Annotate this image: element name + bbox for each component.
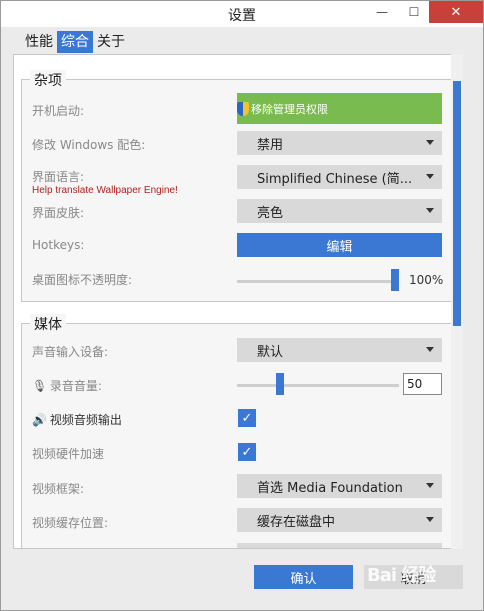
- chevron-down-icon: [426, 347, 434, 352]
- maximize-button[interactable]: ☐: [399, 1, 429, 23]
- shield-icon: [237, 101, 249, 116]
- icon-opacity-label: 桌面图标不透明度:: [32, 273, 133, 287]
- baidu-watermark: Bai 经验: [367, 565, 436, 586]
- ui-skin-select[interactable]: 亮色: [237, 199, 442, 223]
- settings-window: 设置 — ☐ ✕ 性能 综合 关于 杂项 开机启动: 移除管理员权限 修改 Wi…: [0, 0, 484, 611]
- chevron-down-icon: [426, 140, 434, 145]
- windows-color-select[interactable]: 禁用: [237, 131, 442, 155]
- chevron-down-icon: [426, 174, 434, 179]
- chevron-down-icon: [426, 483, 434, 488]
- video-cache-label: 视频缓存位置:: [32, 516, 109, 530]
- record-volume-label-row: 🎙 录音音量:: [32, 377, 102, 394]
- speaker-icon: 🔊: [32, 413, 47, 427]
- tab-general[interactable]: 综合: [57, 31, 93, 53]
- icon-opacity-track[interactable]: [237, 280, 399, 283]
- record-volume-input[interactable]: 50: [403, 373, 442, 395]
- hotkeys-edit-button[interactable]: 编辑: [237, 233, 442, 257]
- ui-language-select[interactable]: Simplified Chinese (简...: [237, 165, 442, 189]
- audio-input-select[interactable]: 默认: [237, 338, 442, 362]
- video-framework-label: 视频框架:: [32, 482, 85, 496]
- ui-skin-label: 界面皮肤:: [32, 206, 85, 220]
- icon-opacity-slider[interactable]: [391, 269, 399, 291]
- startup-label: 开机启动:: [32, 104, 85, 118]
- video-framework-select[interactable]: 首选 Media Foundation: [237, 474, 442, 498]
- video-hw-accel-label: 视频硬件加速: [32, 447, 105, 461]
- tab-bar: 性能 综合 关于: [21, 31, 129, 53]
- ok-button[interactable]: 确认: [254, 565, 353, 589]
- record-volume-track[interactable]: [237, 384, 399, 387]
- ui-skin-value: 亮色: [257, 205, 284, 221]
- video-framework-value: 首选 Media Foundation: [257, 480, 403, 496]
- microphone-icon: 🎙: [32, 379, 48, 393]
- icon-opacity-value: 100%: [409, 273, 444, 287]
- record-volume-label: 录音音量:: [49, 379, 102, 393]
- tab-about[interactable]: 关于: [93, 31, 129, 53]
- tab-performance[interactable]: 性能: [21, 31, 57, 53]
- help-translate-link[interactable]: Help translate Wallpaper Engine!: [32, 185, 178, 196]
- windows-color-label: 修改 Windows 配色:: [32, 138, 146, 152]
- audio-input-label: 声音输入设备:: [32, 345, 109, 359]
- media-group-title: 媒体: [30, 314, 66, 334]
- chevron-down-icon: [426, 517, 434, 522]
- video-audio-output-checkbox[interactable]: ✓: [238, 409, 256, 427]
- video-cache-value: 缓存在磁盘中: [257, 514, 336, 530]
- settings-panel: 杂项 开机启动: 移除管理员权限 修改 Windows 配色: 禁用 界面语言:…: [13, 54, 463, 549]
- record-volume-slider[interactable]: [276, 373, 284, 395]
- windows-color-value: 禁用: [257, 137, 284, 153]
- misc-group-title: 杂项: [30, 70, 66, 90]
- video-audio-output-label: 视频音频输出: [49, 413, 122, 427]
- video-cache-select[interactable]: 缓存在磁盘中: [237, 508, 442, 532]
- audio-input-value: 默认: [257, 344, 284, 360]
- hotkeys-label: Hotkeys:: [32, 238, 85, 252]
- minimize-button[interactable]: —: [367, 1, 397, 23]
- partial-next-select[interactable]: [237, 543, 442, 548]
- remove-admin-button[interactable]: 移除管理员权限: [237, 93, 442, 124]
- chevron-down-icon: [426, 208, 434, 213]
- title-bar: 设置 — ☐ ✕: [1, 1, 483, 27]
- ui-language-value: Simplified Chinese (简...: [257, 171, 413, 187]
- ui-language-label: 界面语言:: [32, 170, 85, 184]
- remove-admin-label: 移除管理员权限: [251, 102, 328, 116]
- scrollbar-thumb[interactable]: [453, 81, 461, 326]
- video-audio-output-row: 🔊 视频音频输出: [32, 411, 122, 428]
- close-button[interactable]: ✕: [429, 1, 483, 23]
- video-hw-accel-checkbox[interactable]: ✓: [238, 443, 256, 461]
